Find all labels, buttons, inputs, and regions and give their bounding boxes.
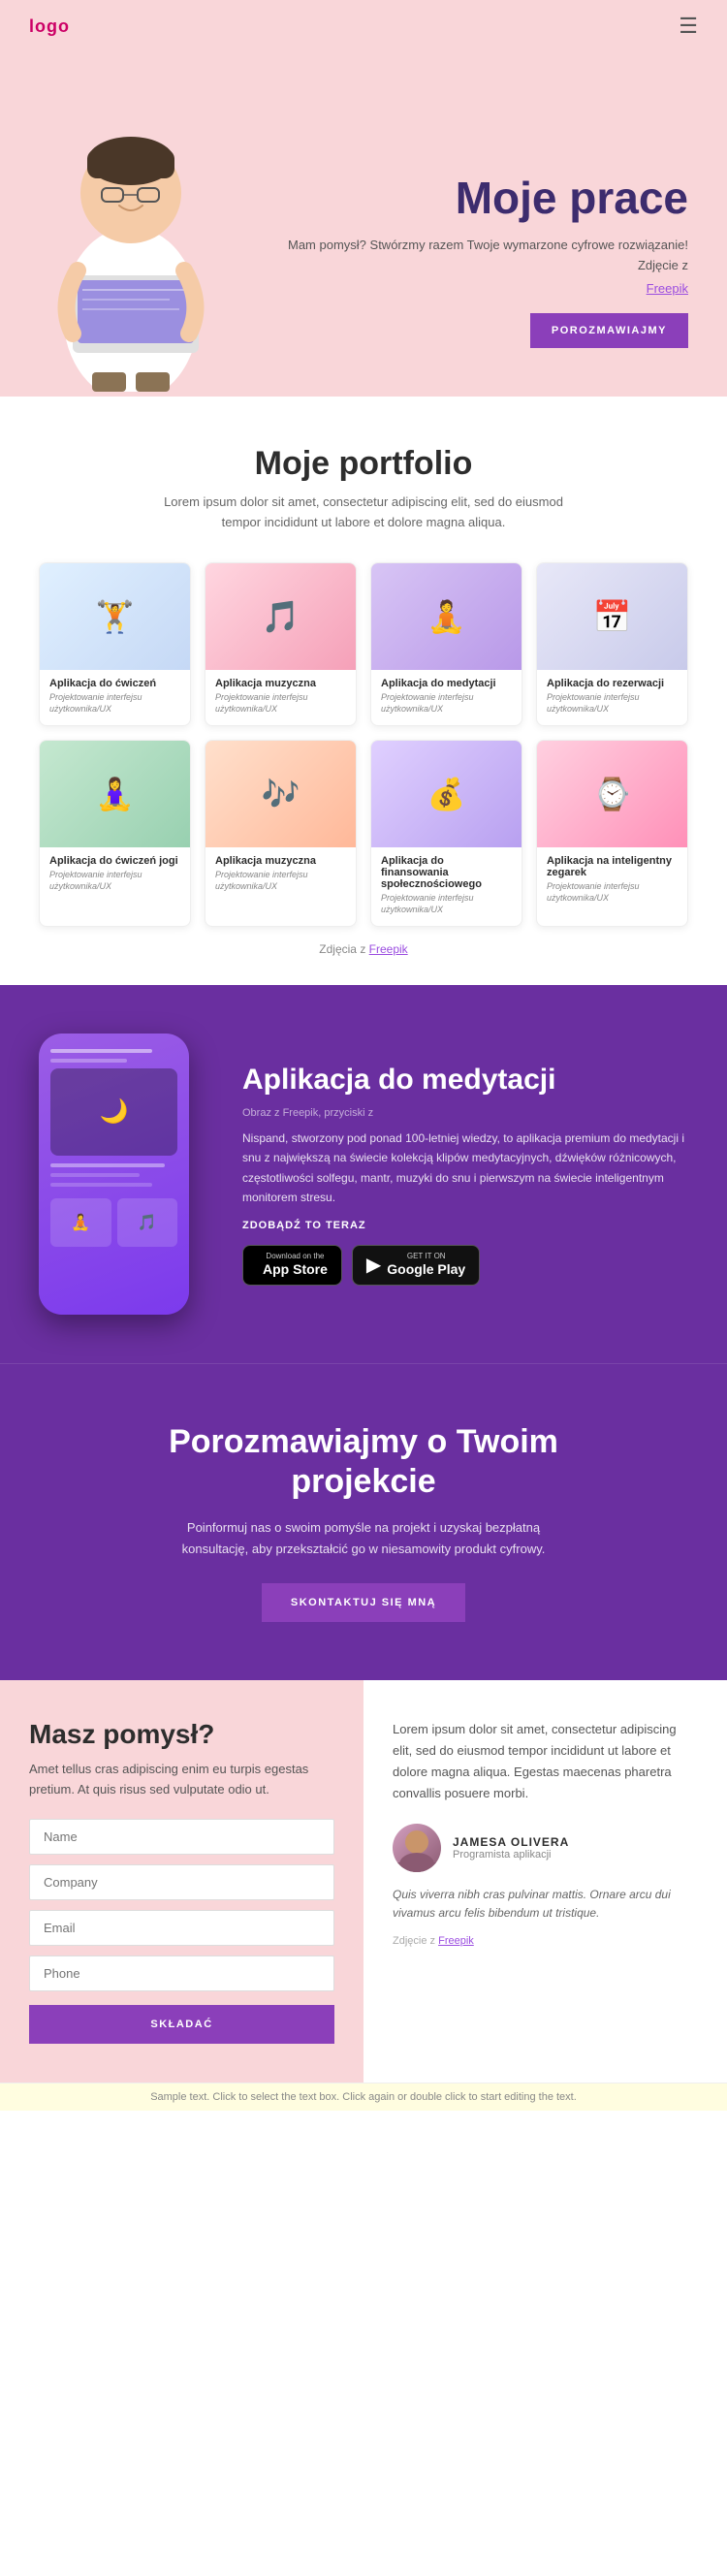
google-play-text: GET IT ON Google Play: [387, 1253, 465, 1278]
form-title: Masz pomysł?: [29, 1719, 334, 1750]
testimonial: JAMESA OLIVERA Programista aplikacji: [393, 1824, 698, 1872]
card-image: 💰: [371, 741, 522, 847]
google-play-name: Google Play: [387, 1260, 465, 1278]
cta-title: Porozmawiajmy o Twoim projekcie: [121, 1422, 606, 1502]
phone-input[interactable]: [29, 1956, 334, 1991]
portfolio-section: Moje portfolio Lorem ipsum dolor sit ame…: [0, 397, 727, 985]
app-store-name: App Store: [263, 1260, 328, 1278]
portfolio-card[interactable]: 💰 Aplikacja do finansowania społeczności…: [370, 740, 522, 927]
cta-button[interactable]: SKONTAKTUJ SIĘ MNĄ: [262, 1583, 465, 1622]
portfolio-card[interactable]: 🧘 Aplikacja do medytacji Projektowanie i…: [370, 562, 522, 726]
portfolio-card[interactable]: 🏋️ Aplikacja do ćwiczeń Projektowanie in…: [39, 562, 191, 726]
sample-bar: Sample text. Click to select the text bo…: [0, 2083, 727, 2111]
portfolio-card[interactable]: 🎶 Aplikacja muzyczna Projektowanie inter…: [205, 740, 357, 927]
footer-text: Zdjęcie z: [393, 1935, 435, 1947]
card-name: Aplikacja muzyczna: [215, 678, 346, 689]
card-image: 📅: [537, 563, 687, 670]
form-right: Lorem ipsum dolor sit amet, consectetur …: [364, 1680, 727, 2083]
hero-title: Moje prace: [262, 174, 688, 223]
hero-section: Moje prace Mam pomysł? Stwórzmy razem Tw…: [0, 52, 727, 397]
portfolio-title: Moje portfolio: [39, 445, 688, 483]
logo: logo: [29, 16, 70, 37]
card-name: Aplikacja muzyczna: [215, 855, 346, 867]
card-name: Aplikacja do rezerwacji: [547, 678, 678, 689]
form-right-text: Lorem ipsum dolor sit amet, consectetur …: [393, 1719, 698, 1804]
menu-icon[interactable]: ☰: [679, 14, 698, 39]
sample-bar-text: Sample text. Click to select the text bo…: [150, 2091, 577, 2103]
google-play-sub: GET IT ON: [387, 1253, 465, 1260]
meditation-description: Nispand, stworzony pod ponad 100-letniej…: [242, 1129, 688, 1208]
portfolio-card[interactable]: 🧘‍♀️ Aplikacja do ćwiczeń jogi Projektow…: [39, 740, 191, 927]
hero-freepik-link[interactable]: Freepik: [647, 281, 688, 296]
card-image: 🧘: [371, 563, 522, 670]
testimonial-name: JAMESA OLIVERA: [453, 1835, 569, 1849]
meditation-title: Aplikacja do medytacji: [242, 1063, 688, 1097]
company-input[interactable]: [29, 1864, 334, 1900]
google-play-button[interactable]: ▶ GET IT ON Google Play: [352, 1245, 480, 1286]
card-name: Aplikacja do ćwiczeń: [49, 678, 180, 689]
form-left: Masz pomysł? Amet tellus cras adipiscing…: [0, 1680, 364, 2083]
meditation-phone-container: 🌙 🧘 🎵: [39, 1034, 213, 1315]
app-store-button[interactable]: Download on the App Store: [242, 1245, 342, 1286]
hero-image-container: [19, 91, 242, 397]
card-category: Projektowanie interfejsu użytkownika/UX: [49, 869, 180, 893]
meditation-content: Aplikacja do medytacji Obraz z Freepik, …: [242, 1063, 688, 1286]
portfolio-footer: Zdjęcia z Freepik: [39, 942, 688, 956]
card-category: Projektowanie interfejsu użytkownika/UX: [547, 880, 678, 905]
card-image: 🎶: [205, 741, 356, 847]
footer-link[interactable]: Freepik: [438, 1935, 474, 1947]
form-left-text: Amet tellus cras adipiscing enim eu turp…: [29, 1760, 334, 1800]
portfolio-footer-text: Zdjęcia z: [319, 942, 365, 956]
card-category: Projektowanie interfejsu użytkownika/UX: [215, 691, 346, 716]
hero-button[interactable]: POROZMAWIAJMY: [530, 313, 688, 348]
submit-button[interactable]: SKŁADAĆ: [29, 2005, 334, 2044]
google-play-icon: ▶: [366, 1253, 381, 1277]
meditation-photo-credit: Obraz z Freepik, przyciski z: [242, 1107, 688, 1119]
testimonial-quote: Quis viverra nibh cras pulvinar mattis. …: [393, 1886, 698, 1923]
form-right-footer: Zdjęcie z Freepik: [393, 1935, 698, 1947]
hero-subtitle: Mam pomysł? Stwórzmy razem Twoje wymarzo…: [262, 236, 688, 276]
meditation-section: 🌙 🧘 🎵 Aplikacja do medytacji Obraz z Fre…: [0, 985, 727, 1363]
card-name: Aplikacja do finansowania społecznościow…: [381, 855, 512, 890]
testimonial-role: Programista aplikacji: [453, 1849, 569, 1860]
meditation-phone-mockup: 🌙 🧘 🎵: [39, 1034, 189, 1315]
meditation-cta-label: ZDOBĄDŹ TO TERAZ: [242, 1220, 688, 1231]
card-name: Aplikacja na inteligentny zegarek: [547, 855, 678, 878]
card-category: Projektowanie interfejsu użytkownika/UX: [547, 691, 678, 716]
store-buttons: Download on the App Store ▶ GET IT ON Go…: [242, 1245, 688, 1286]
card-category: Projektowanie interfejsu użytkownika/UX: [381, 691, 512, 716]
header: logo ☰: [0, 0, 727, 52]
card-name: Aplikacja do medytacji: [381, 678, 512, 689]
card-image: ⌚: [537, 741, 687, 847]
portfolio-grid: 🏋️ Aplikacja do ćwiczeń Projektowanie in…: [39, 562, 688, 927]
app-store-sub: Download on the: [263, 1253, 328, 1260]
card-image: 🧘‍♀️: [40, 741, 190, 847]
portfolio-card[interactable]: ⌚ Aplikacja na inteligentny zegarek Proj…: [536, 740, 688, 927]
portfolio-card[interactable]: 🎵 Aplikacja muzyczna Projektowanie inter…: [205, 562, 357, 726]
testimonial-info: JAMESA OLIVERA Programista aplikacji: [453, 1835, 569, 1860]
cta-subtitle: Poinformuj nas o swoim pomyśle na projek…: [179, 1517, 548, 1560]
portfolio-freepik-link[interactable]: Freepik: [369, 942, 408, 956]
card-category: Projektowanie interfejsu użytkownika/UX: [49, 691, 180, 716]
portfolio-card[interactable]: 📅 Aplikacja do rezerwacji Projektowanie …: [536, 562, 688, 726]
card-image: 🏋️: [40, 563, 190, 670]
avatar: [393, 1824, 441, 1872]
contact-cta-section: Porozmawiajmy o Twoim projekcie Poinform…: [0, 1363, 727, 1680]
card-category: Projektowanie interfejsu użytkownika/UX: [215, 869, 346, 893]
hero-content: Moje prace Mam pomysł? Stwórzmy razem Tw…: [242, 174, 688, 397]
card-name: Aplikacja do ćwiczeń jogi: [49, 855, 180, 867]
app-store-text: Download on the App Store: [263, 1253, 328, 1278]
card-category: Projektowanie interfejsu użytkownika/UX: [381, 892, 512, 916]
card-image: 🎵: [205, 563, 356, 670]
name-input[interactable]: [29, 1819, 334, 1855]
contact-form-section: Masz pomysł? Amet tellus cras adipiscing…: [0, 1680, 727, 2083]
portfolio-subtitle: Lorem ipsum dolor sit amet, consectetur …: [160, 493, 567, 533]
email-input[interactable]: [29, 1910, 334, 1946]
